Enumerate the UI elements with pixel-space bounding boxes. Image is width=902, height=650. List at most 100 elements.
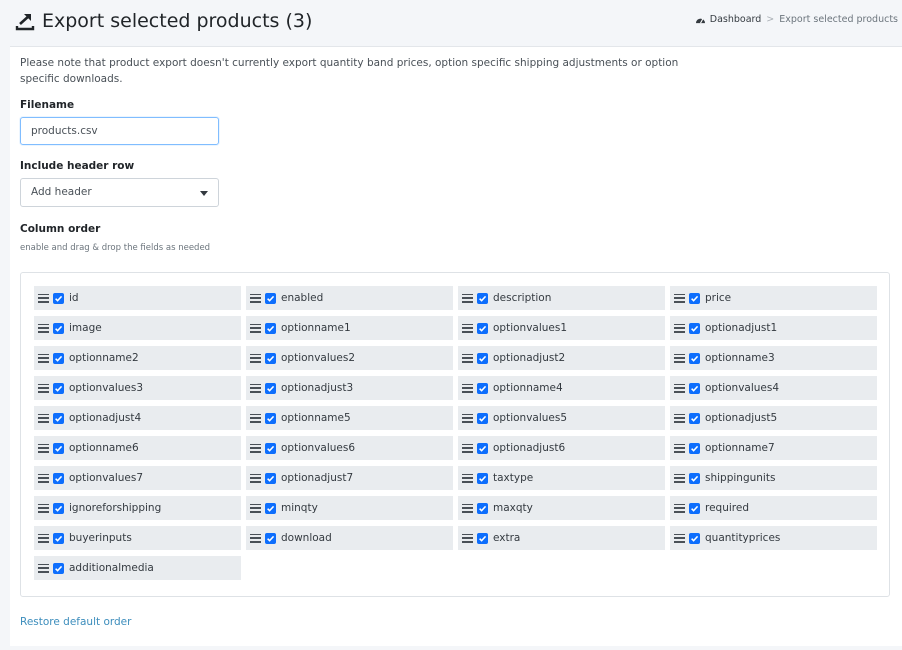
drag-handle-icon[interactable] [462, 443, 473, 453]
drag-handle-icon[interactable] [38, 353, 49, 363]
drag-handle-icon[interactable] [462, 383, 473, 393]
field-checkbox[interactable] [477, 352, 488, 364]
drag-handle-icon[interactable] [250, 293, 261, 303]
column-field-item[interactable]: extra [458, 526, 665, 550]
restore-default-order-link[interactable]: Restore default order [20, 616, 131, 628]
field-checkbox[interactable] [265, 292, 276, 304]
breadcrumb-dashboard-link[interactable]: Dashboard [695, 14, 761, 25]
field-checkbox[interactable] [265, 442, 276, 454]
column-field-item[interactable]: optionvalues1 [458, 316, 665, 340]
field-checkbox[interactable] [689, 502, 700, 514]
drag-handle-icon[interactable] [674, 353, 685, 363]
drag-handle-icon[interactable] [674, 533, 685, 543]
column-field-item[interactable]: optionvalues2 [246, 346, 453, 370]
field-checkbox[interactable] [477, 322, 488, 334]
filename-input[interactable]: products.csv [20, 117, 219, 145]
field-checkbox[interactable] [689, 532, 700, 544]
drag-handle-icon[interactable] [674, 503, 685, 513]
drag-handle-icon[interactable] [462, 323, 473, 333]
drag-handle-icon[interactable] [462, 503, 473, 513]
column-field-item[interactable]: taxtype [458, 466, 665, 490]
field-checkbox[interactable] [265, 412, 276, 424]
drag-handle-icon[interactable] [250, 473, 261, 483]
column-field-item[interactable]: shippingunits [670, 466, 877, 490]
field-checkbox[interactable] [265, 532, 276, 544]
drag-handle-icon[interactable] [38, 473, 49, 483]
column-field-item[interactable]: optionadjust7 [246, 466, 453, 490]
field-checkbox[interactable] [265, 472, 276, 484]
column-field-item[interactable]: optionadjust4 [34, 406, 241, 430]
field-checkbox[interactable] [689, 412, 700, 424]
drag-handle-icon[interactable] [250, 413, 261, 423]
column-field-item[interactable]: optionname6 [34, 436, 241, 460]
field-checkbox[interactable] [477, 442, 488, 454]
field-checkbox[interactable] [53, 562, 64, 574]
column-field-item[interactable]: optionadjust6 [458, 436, 665, 460]
column-field-item[interactable]: optionname3 [670, 346, 877, 370]
column-field-item[interactable]: id [34, 286, 241, 310]
drag-handle-icon[interactable] [462, 533, 473, 543]
column-field-item[interactable]: required [670, 496, 877, 520]
field-checkbox[interactable] [265, 382, 276, 394]
column-field-item[interactable]: optionname2 [34, 346, 241, 370]
column-field-item[interactable]: description [458, 286, 665, 310]
drag-handle-icon[interactable] [462, 353, 473, 363]
drag-handle-icon[interactable] [250, 383, 261, 393]
field-checkbox[interactable] [477, 292, 488, 304]
column-field-item[interactable]: optionadjust2 [458, 346, 665, 370]
column-field-item[interactable]: optionvalues5 [458, 406, 665, 430]
field-checkbox[interactable] [689, 442, 700, 454]
field-checkbox[interactable] [477, 472, 488, 484]
field-checkbox[interactable] [477, 412, 488, 424]
column-field-item[interactable]: optionadjust5 [670, 406, 877, 430]
drag-handle-icon[interactable] [674, 443, 685, 453]
field-checkbox[interactable] [689, 382, 700, 394]
column-field-item[interactable]: optionname1 [246, 316, 453, 340]
drag-handle-icon[interactable] [38, 503, 49, 513]
field-checkbox[interactable] [689, 352, 700, 364]
drag-handle-icon[interactable] [674, 383, 685, 393]
field-checkbox[interactable] [689, 472, 700, 484]
drag-handle-icon[interactable] [250, 533, 261, 543]
field-checkbox[interactable] [477, 532, 488, 544]
field-checkbox[interactable] [265, 322, 276, 334]
column-field-item[interactable]: quantityprices [670, 526, 877, 550]
drag-handle-icon[interactable] [38, 383, 49, 393]
column-field-item[interactable]: image [34, 316, 241, 340]
drag-handle-icon[interactable] [38, 293, 49, 303]
drag-handle-icon[interactable] [462, 293, 473, 303]
field-checkbox[interactable] [689, 292, 700, 304]
field-checkbox[interactable] [53, 442, 64, 454]
drag-handle-icon[interactable] [250, 443, 261, 453]
drag-handle-icon[interactable] [38, 533, 49, 543]
field-checkbox[interactable] [477, 382, 488, 394]
drag-handle-icon[interactable] [250, 353, 261, 363]
column-field-item[interactable]: additionalmedia [34, 556, 241, 580]
field-checkbox[interactable] [53, 382, 64, 394]
field-checkbox[interactable] [53, 292, 64, 304]
field-checkbox[interactable] [689, 322, 700, 334]
field-checkbox[interactable] [53, 322, 64, 334]
column-field-item[interactable]: price [670, 286, 877, 310]
column-field-item[interactable]: maxqty [458, 496, 665, 520]
column-field-item[interactable]: enabled [246, 286, 453, 310]
column-field-item[interactable]: optionname4 [458, 376, 665, 400]
column-field-item[interactable]: download [246, 526, 453, 550]
header-row-select[interactable]: Add header [20, 178, 219, 207]
field-checkbox[interactable] [53, 502, 64, 514]
drag-handle-icon[interactable] [462, 473, 473, 483]
drag-handle-icon[interactable] [38, 563, 49, 573]
field-checkbox[interactable] [265, 502, 276, 514]
field-checkbox[interactable] [477, 502, 488, 514]
drag-handle-icon[interactable] [38, 443, 49, 453]
column-field-item[interactable]: optionname7 [670, 436, 877, 460]
column-field-item[interactable]: optionadjust1 [670, 316, 877, 340]
drag-handle-icon[interactable] [38, 323, 49, 333]
drag-handle-icon[interactable] [250, 503, 261, 513]
column-field-item[interactable]: minqty [246, 496, 453, 520]
column-field-item[interactable]: optionvalues7 [34, 466, 241, 490]
column-field-item[interactable]: buyerinputs [34, 526, 241, 550]
drag-handle-icon[interactable] [674, 413, 685, 423]
column-field-item[interactable]: optionvalues4 [670, 376, 877, 400]
column-field-item[interactable]: optionname5 [246, 406, 453, 430]
